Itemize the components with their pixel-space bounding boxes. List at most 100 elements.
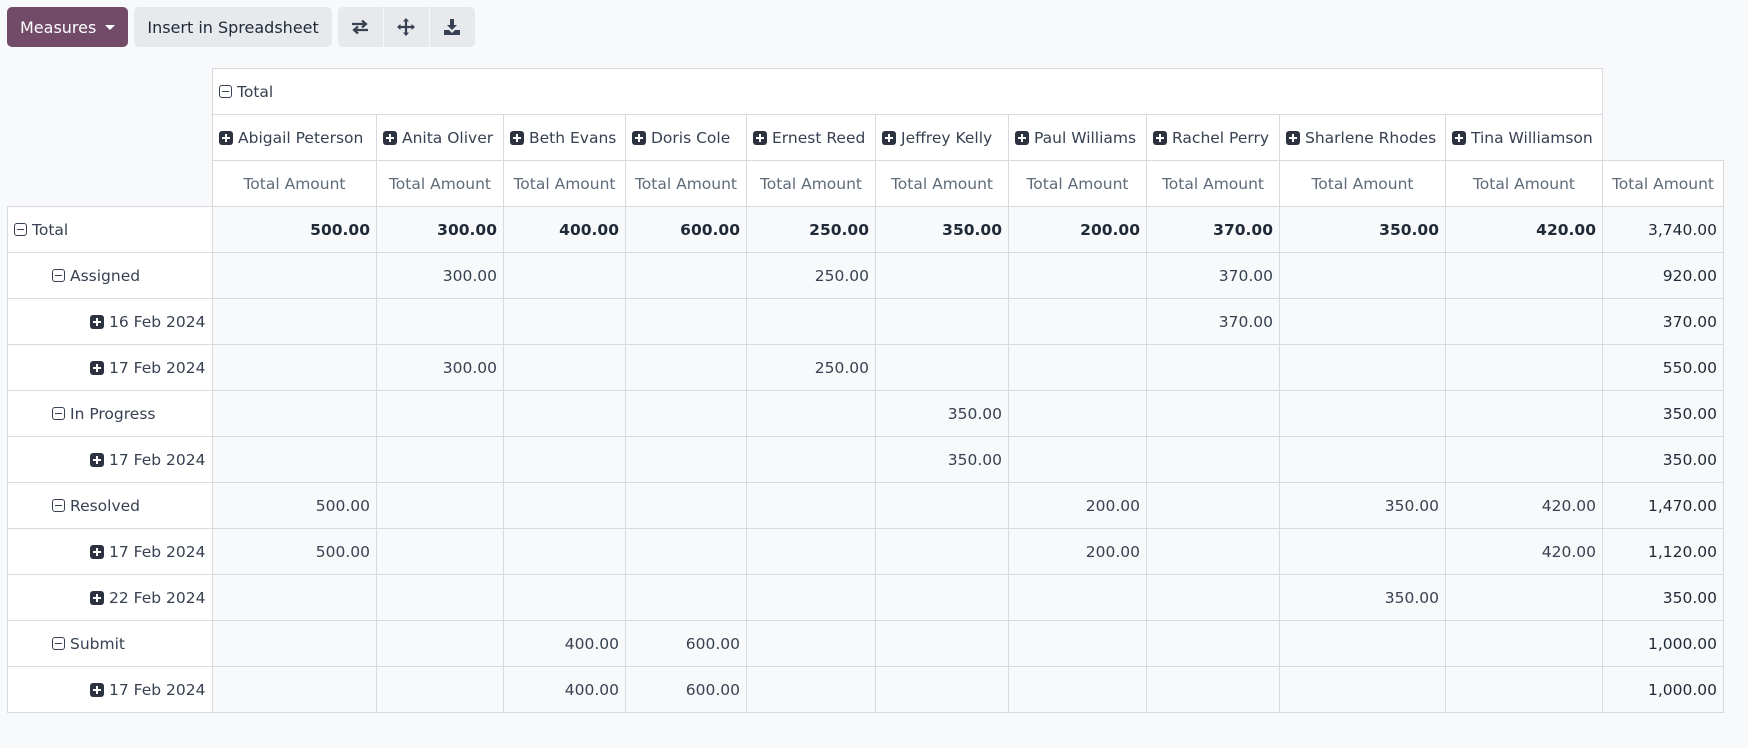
row-header[interactable]: Total [7,206,213,253]
col-header-total[interactable]: Total [212,68,1603,115]
value-cell[interactable] [1008,252,1147,299]
col-header-ernest-reed[interactable]: Ernest Reed [746,114,876,161]
value-cell[interactable]: 420.00 [1445,482,1603,529]
expand-all-button[interactable] [384,7,430,47]
value-cell[interactable]: 370.00 [1146,252,1280,299]
flip-axis-button[interactable] [338,7,384,47]
value-cell[interactable] [212,390,377,437]
value-cell[interactable] [503,482,626,529]
value-cell[interactable]: 420.00 [1445,206,1603,253]
value-cell[interactable] [1445,574,1603,621]
value-cell[interactable] [746,620,876,667]
value-cell[interactable] [1008,298,1147,345]
value-cell[interactable] [1146,528,1280,575]
row-header[interactable]: 17 Feb 2024 [7,436,213,483]
row-total-cell[interactable]: 1,000.00 [1602,620,1724,667]
value-cell[interactable]: 500.00 [212,206,377,253]
value-cell[interactable] [376,666,504,713]
row-header[interactable]: 17 Feb 2024 [7,344,213,391]
download-button[interactable] [430,7,475,47]
col-header-beth-evans[interactable]: Beth Evans [503,114,626,161]
value-cell[interactable] [212,620,377,667]
value-cell[interactable] [376,620,504,667]
row-total-cell[interactable]: 370.00 [1602,298,1724,345]
value-cell[interactable]: 200.00 [1008,528,1147,575]
measure-header[interactable]: Total Amount [1602,160,1724,207]
value-cell[interactable] [746,574,876,621]
value-cell[interactable]: 250.00 [746,252,876,299]
value-cell[interactable] [1279,390,1446,437]
value-cell[interactable] [503,436,626,483]
value-cell[interactable] [1445,620,1603,667]
value-cell[interactable] [625,298,747,345]
measure-header[interactable]: Total Amount [376,160,504,207]
value-cell[interactable] [503,252,626,299]
value-cell[interactable] [376,574,504,621]
value-cell[interactable] [875,620,1009,667]
row-header[interactable]: 16 Feb 2024 [7,298,213,345]
value-cell[interactable] [746,482,876,529]
value-cell[interactable] [503,528,626,575]
measure-header[interactable]: Total Amount [1279,160,1446,207]
value-cell[interactable]: 350.00 [875,206,1009,253]
value-cell[interactable] [1279,620,1446,667]
value-cell[interactable]: 350.00 [1279,574,1446,621]
value-cell[interactable]: 500.00 [212,482,377,529]
value-cell[interactable]: 350.00 [1279,482,1446,529]
value-cell[interactable]: 400.00 [503,666,626,713]
value-cell[interactable]: 500.00 [212,528,377,575]
value-cell[interactable]: 250.00 [746,344,876,391]
value-cell[interactable] [1146,482,1280,529]
value-cell[interactable] [746,436,876,483]
measure-header[interactable]: Total Amount [212,160,377,207]
value-cell[interactable] [376,390,504,437]
value-cell[interactable] [1445,298,1603,345]
col-header-sharlene-rhodes[interactable]: Sharlene Rhodes [1279,114,1446,161]
value-cell[interactable] [1008,390,1147,437]
value-cell[interactable] [1008,666,1147,713]
value-cell[interactable] [212,666,377,713]
value-cell[interactable] [625,344,747,391]
value-cell[interactable]: 350.00 [875,390,1009,437]
value-cell[interactable]: 600.00 [625,666,747,713]
value-cell[interactable]: 600.00 [625,620,747,667]
row-total-cell[interactable]: 920.00 [1602,252,1724,299]
row-header[interactable]: 22 Feb 2024 [7,574,213,621]
value-cell[interactable] [1279,344,1446,391]
value-cell[interactable] [1445,390,1603,437]
row-header[interactable]: In Progress [7,390,213,437]
value-cell[interactable] [1146,344,1280,391]
value-cell[interactable] [1445,252,1603,299]
value-cell[interactable] [875,528,1009,575]
value-cell[interactable] [1008,574,1147,621]
value-cell[interactable] [1008,344,1147,391]
value-cell[interactable] [875,252,1009,299]
value-cell[interactable] [625,390,747,437]
row-header[interactable]: 17 Feb 2024 [7,528,213,575]
value-cell[interactable] [212,344,377,391]
value-cell[interactable] [376,436,504,483]
row-header[interactable]: Assigned [7,252,213,299]
value-cell[interactable] [1279,528,1446,575]
measure-header[interactable]: Total Amount [1146,160,1280,207]
value-cell[interactable]: 420.00 [1445,528,1603,575]
value-cell[interactable] [875,298,1009,345]
col-header-doris-cole[interactable]: Doris Cole [625,114,747,161]
row-total-cell[interactable]: 350.00 [1602,574,1724,621]
value-cell[interactable] [1279,666,1446,713]
row-total-cell[interactable]: 350.00 [1602,436,1724,483]
value-cell[interactable] [625,528,747,575]
value-cell[interactable]: 370.00 [1146,206,1280,253]
value-cell[interactable] [1279,436,1446,483]
value-cell[interactable] [875,482,1009,529]
value-cell[interactable] [503,344,626,391]
value-cell[interactable] [875,666,1009,713]
measures-button[interactable]: Measures [7,7,129,47]
value-cell[interactable] [625,436,747,483]
row-header[interactable]: 17 Feb 2024 [7,666,213,713]
value-cell[interactable] [1445,344,1603,391]
value-cell[interactable] [376,528,504,575]
value-cell[interactable] [1445,436,1603,483]
value-cell[interactable] [212,436,377,483]
value-cell[interactable] [1008,620,1147,667]
